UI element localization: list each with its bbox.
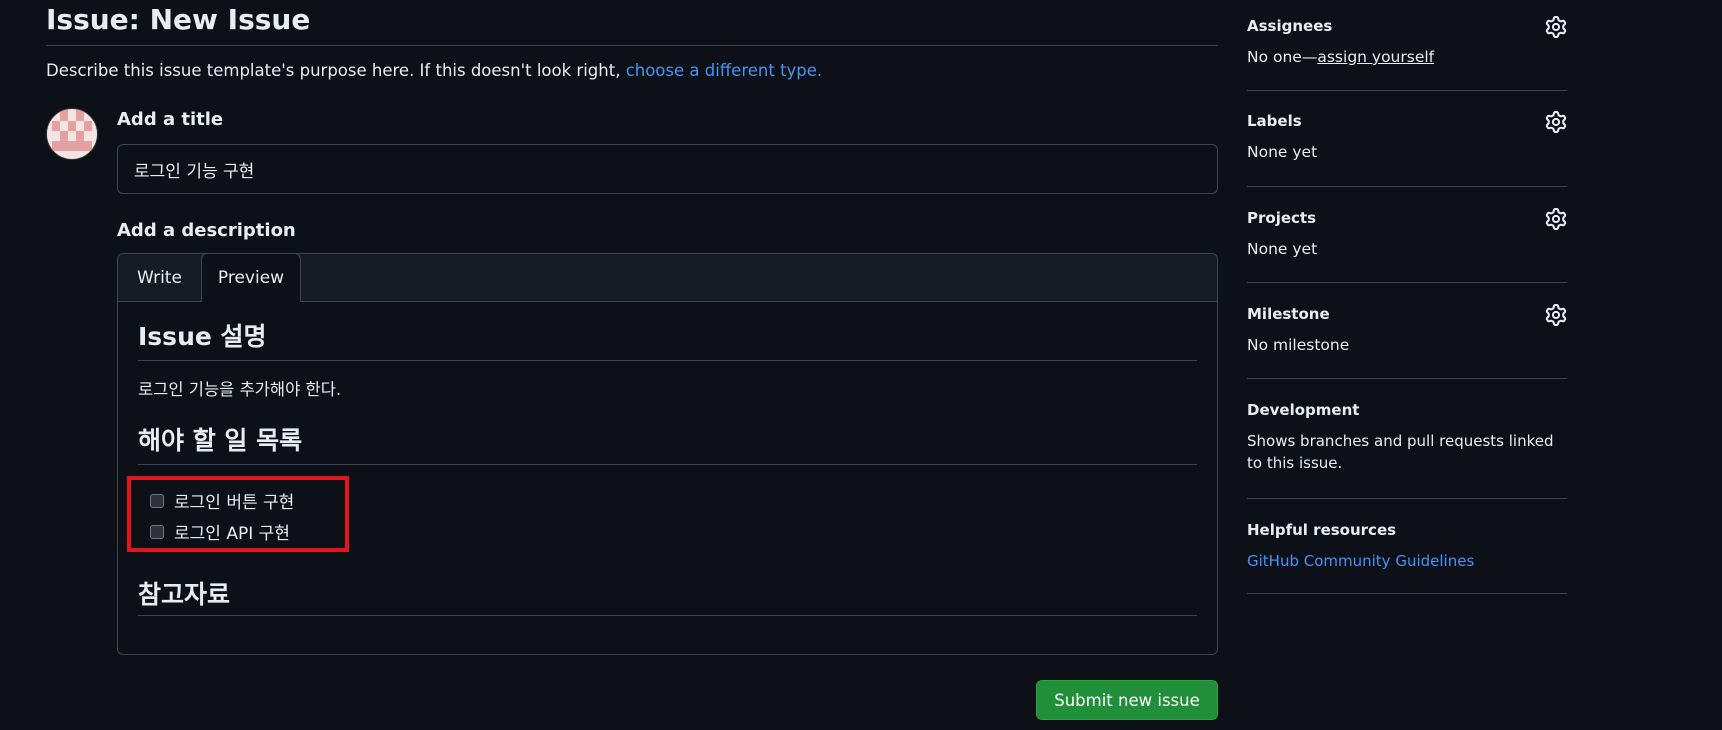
- sidebar-development: Development Shows branches and pull requ…: [1247, 379, 1567, 499]
- assignees-value: No one—assign yourself: [1247, 46, 1567, 68]
- preview-heading-description: Issue 설명: [138, 320, 1197, 361]
- avatar[interactable]: [46, 108, 98, 160]
- description-label: Add a description: [117, 220, 296, 241]
- submit-row: Submit new issue: [1036, 680, 1218, 720]
- sidebar-milestone: Milestone No milestone: [1247, 283, 1567, 379]
- task-list: 로그인 버튼 구현 로그인 API 구현: [127, 476, 1197, 552]
- preview-body: Issue 설명 로그인 기능을 추가해야 한다. 해야 할 일 목록 로그인 …: [118, 320, 1217, 616]
- task-checkbox[interactable]: [150, 493, 164, 508]
- assignees-value-text: No one—: [1247, 48, 1318, 66]
- sidebar-helpful-resources: Helpful resources GitHub Community Guide…: [1247, 499, 1567, 594]
- assignees-heading: Assignees: [1247, 17, 1333, 35]
- choose-different-type-link[interactable]: choose a different type.: [626, 61, 823, 80]
- community-guidelines-link[interactable]: GitHub Community Guidelines: [1247, 552, 1474, 570]
- template-description-text: Describe this issue template's purpose h…: [46, 61, 626, 80]
- preview-heading-references: 참고자료: [138, 581, 1197, 616]
- labels-heading: Labels: [1247, 112, 1302, 130]
- projects-heading: Projects: [1247, 209, 1317, 227]
- submit-new-issue-button[interactable]: Submit new issue: [1036, 680, 1218, 720]
- development-value: Shows branches and pull requests linked …: [1247, 432, 1554, 472]
- task-label: 로그인 API 구현: [174, 524, 290, 544]
- gear-icon[interactable]: [1545, 304, 1567, 326]
- gear-icon[interactable]: [1545, 208, 1567, 230]
- preview-paragraph: 로그인 기능을 추가해야 한다.: [138, 380, 342, 399]
- sidebar-projects: Projects None yet: [1247, 187, 1567, 283]
- issue-form: Add a title Add a description Write Prev…: [117, 108, 1218, 720]
- main-column: Issue: New Issue Describe this issue tem…: [46, 0, 1218, 720]
- helpful-resources-heading: Helpful resources: [1247, 521, 1397, 539]
- gear-icon[interactable]: [1545, 111, 1567, 133]
- page-title: Issue: New Issue: [46, 0, 1218, 46]
- tab-write[interactable]: Write: [118, 254, 201, 302]
- task-item: 로그인 버튼 구현: [150, 485, 1197, 516]
- development-heading: Development: [1247, 401, 1360, 419]
- template-description: Describe this issue template's purpose h…: [46, 59, 1218, 83]
- task-label: 로그인 버튼 구현: [174, 493, 295, 513]
- description-editor: Write Preview Issue 설명 로그인 기능을 추가해야 한다. …: [117, 253, 1218, 655]
- editor-tab-bar: Write Preview: [118, 254, 1217, 302]
- tab-preview[interactable]: Preview: [201, 254, 301, 302]
- milestone-heading: Milestone: [1247, 305, 1330, 323]
- task-checkbox[interactable]: [150, 524, 164, 539]
- sidebar-assignees: Assignees No one—assign yourself: [1247, 0, 1567, 91]
- gear-icon[interactable]: [1545, 16, 1567, 38]
- task-item: 로그인 API 구현: [150, 516, 1197, 547]
- milestone-value: No milestone: [1247, 336, 1350, 354]
- title-label: Add a title: [117, 109, 224, 130]
- sidebar: Assignees No one—assign yourself Labels …: [1247, 0, 1567, 594]
- title-input[interactable]: [117, 144, 1218, 194]
- assign-yourself-link[interactable]: assign yourself: [1317, 48, 1434, 66]
- helpful-resources-value: GitHub Community Guidelines: [1247, 550, 1567, 572]
- sidebar-labels: Labels None yet: [1247, 91, 1567, 187]
- labels-value: None yet: [1247, 143, 1318, 161]
- preview-heading-todo: 해야 할 일 목록: [138, 424, 1197, 465]
- projects-value: None yet: [1247, 240, 1318, 258]
